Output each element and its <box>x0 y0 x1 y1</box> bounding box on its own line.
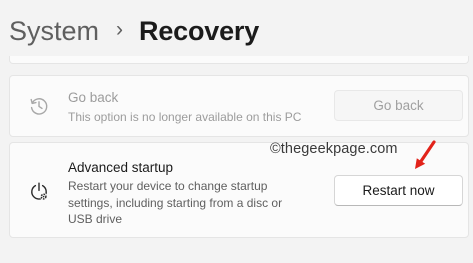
restart-now-button[interactable]: Restart now <box>334 175 463 206</box>
advanced-startup-card: Advanced startup Restart your device to … <box>9 142 469 238</box>
go-back-title: Go back <box>68 90 119 105</box>
advanced-startup-description: Restart your device to change startup se… <box>68 178 282 228</box>
advanced-startup-title: Advanced startup <box>68 160 174 175</box>
breadcrumb: System › Recovery <box>9 12 259 50</box>
previous-card-edge <box>9 56 469 64</box>
go-back-card: Go back This option is no longer availab… <box>9 75 469 137</box>
go-back-description: This option is no longer available on th… <box>68 110 302 124</box>
advanced-startup-description-line: USB drive <box>68 212 123 226</box>
breadcrumb-separator: › <box>116 18 124 41</box>
page-title: Recovery <box>139 15 260 46</box>
power-settings-icon <box>28 181 50 203</box>
history-icon <box>28 95 50 117</box>
watermark: ©thegeekpage.com <box>270 141 398 157</box>
advanced-startup-description-line: settings, including starting from a disc… <box>68 195 283 210</box>
advanced-startup-description-line: Restart your device to change startup <box>68 179 268 193</box>
annotation-arrow-icon <box>415 140 436 169</box>
breadcrumb-system-link[interactable]: System <box>9 16 99 47</box>
go-back-button[interactable]: Go back <box>334 90 463 121</box>
